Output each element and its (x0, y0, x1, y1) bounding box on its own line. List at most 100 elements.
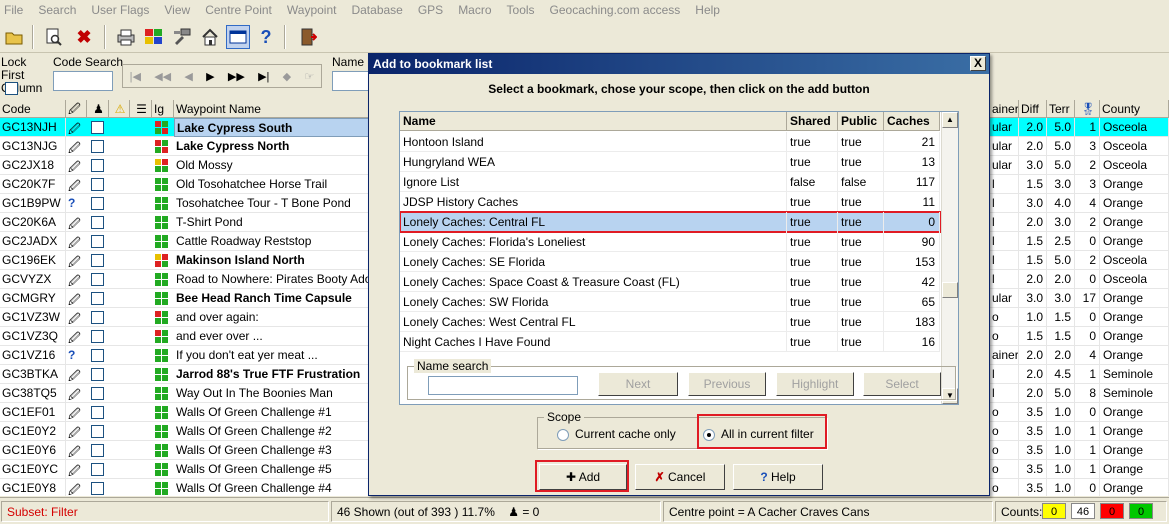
list-item[interactable]: Hontoon Island true true 21 (400, 132, 940, 152)
previous-button[interactable]: Previous (688, 372, 766, 396)
lock-first-column-checkbox[interactable] (5, 82, 18, 95)
scope-current-cache-option[interactable]: Current cache only (557, 427, 676, 441)
first-record-icon[interactable]: |◀ (130, 70, 141, 83)
column-header-diff[interactable]: Diff (1019, 100, 1047, 118)
column-header-code[interactable]: Code (0, 100, 66, 118)
home-icon[interactable] (198, 25, 222, 49)
help-button[interactable]: ? Help (733, 464, 823, 490)
menu-database[interactable]: Database (351, 3, 402, 17)
prior-page-icon[interactable]: ◀◀ (154, 70, 171, 83)
menu-view[interactable]: View (164, 3, 190, 17)
user-flag-checkbox[interactable] (91, 387, 104, 400)
column-header-terr[interactable]: Terr (1047, 100, 1075, 118)
name-search-input[interactable] (332, 71, 368, 91)
bookmark-header-name[interactable]: Name (400, 112, 787, 131)
menu-macro[interactable]: Macro (458, 3, 491, 17)
cell-container: ular (990, 289, 1019, 308)
cell-waypoint-name: and ever over ... (174, 327, 370, 346)
user-flag-checkbox[interactable] (91, 254, 104, 267)
next-record-icon[interactable]: ▶ (206, 70, 214, 83)
user-flag-checkbox[interactable] (91, 330, 104, 343)
scroll-thumb[interactable] (942, 282, 958, 298)
user-flag-checkbox[interactable] (91, 197, 104, 210)
last-record-icon[interactable]: ▶| (258, 70, 269, 83)
user-flag-checkbox[interactable] (91, 406, 104, 419)
open-folder-icon[interactable] (2, 25, 26, 49)
next-button[interactable]: Next (598, 372, 678, 396)
column-header-notes[interactable]: ☰ (130, 100, 152, 118)
scope-current-radio[interactable] (557, 428, 569, 441)
user-flag-checkbox[interactable] (91, 349, 104, 362)
scroll-up-icon[interactable]: ▲ (942, 112, 958, 128)
column-header-county[interactable]: County (1100, 100, 1169, 118)
list-item[interactable]: Lonely Caches: Central FL true true 0 (400, 211, 941, 233)
menu-file[interactable]: File (4, 3, 23, 17)
prior-record-icon[interactable]: ◀ (184, 70, 192, 83)
menu-waypoint[interactable]: Waypoint (287, 3, 337, 17)
list-item[interactable]: JDSP History Caches true true 11 (400, 192, 940, 212)
print-icon[interactable] (114, 25, 138, 49)
menu-tools[interactable]: Tools (507, 3, 535, 17)
tools-icon[interactable] (170, 25, 194, 49)
user-flag-checkbox[interactable] (91, 121, 104, 134)
bookmark-caches: 16 (884, 332, 940, 352)
menu-gps[interactable]: GPS (418, 3, 443, 17)
bookmark-caches: 42 (884, 272, 940, 292)
column-header-waypoint-name[interactable]: Waypoint Name (174, 100, 370, 118)
user-flag-checkbox[interactable] (91, 178, 104, 191)
user-flag-checkbox[interactable] (91, 216, 104, 229)
dialog-name-search-input[interactable] (428, 376, 578, 395)
user-flag-checkbox[interactable] (91, 159, 104, 172)
user-flag-checkbox[interactable] (91, 235, 104, 248)
select-button[interactable]: Select (863, 372, 941, 396)
menu-search[interactable]: Search (38, 3, 76, 17)
close-button[interactable]: X (970, 56, 986, 71)
user-flag-checkbox[interactable] (91, 444, 104, 457)
menu-centre-point[interactable]: Centre Point (205, 3, 272, 17)
pointer-icon[interactable]: ☞ (304, 70, 314, 83)
eraser-icon[interactable]: ◆ (283, 70, 291, 83)
bookmark-public: true (838, 212, 884, 232)
column-header-type[interactable]: 🖉 (66, 100, 87, 118)
user-flag-checkbox[interactable] (91, 311, 104, 324)
next-page-icon[interactable]: ▶▶ (228, 70, 245, 83)
bookmark-header-public[interactable]: Public (838, 112, 884, 131)
delete-icon[interactable]: ✖ (72, 25, 96, 49)
list-item[interactable]: Lonely Caches: SW Florida true true 65 (400, 292, 940, 312)
user-flag-checkbox[interactable] (91, 368, 104, 381)
menu-user-flags[interactable]: User Flags (91, 3, 149, 17)
cancel-button[interactable]: ✗ Cancel (635, 464, 725, 490)
help-icon[interactable]: ? (254, 25, 278, 49)
user-flag-checkbox[interactable] (91, 463, 104, 476)
code-search-input[interactable] (53, 71, 113, 91)
bookmark-scrollbar[interactable]: ▲ ▼ (941, 112, 958, 404)
list-item[interactable]: Lonely Caches: West Central FL true true 18… (400, 312, 940, 332)
menu-geocaching-access[interactable]: Geocaching.com access (550, 3, 681, 17)
user-flag-checkbox[interactable] (91, 425, 104, 438)
user-flag-checkbox[interactable] (91, 292, 104, 305)
exit-icon[interactable] (296, 25, 320, 49)
list-item[interactable]: Ignore List false false 117 (400, 172, 940, 192)
list-item[interactable]: Hungryland WEA true true 13 (400, 152, 940, 172)
window-icon[interactable] (226, 25, 250, 49)
user-flag-checkbox[interactable] (91, 482, 104, 495)
user-flag-checkbox[interactable] (91, 273, 104, 286)
bookmark-caches: 0 (884, 212, 940, 232)
column-header-warning[interactable]: ⚠ (109, 100, 130, 118)
bookmark-header-caches[interactable]: Caches (884, 112, 940, 131)
count-yellow: 0 (1042, 503, 1066, 519)
column-header-user[interactable]: ♟ (87, 100, 109, 118)
list-item[interactable]: Lonely Caches: Florida's Loneliest true tr… (400, 232, 940, 252)
menu-help[interactable]: Help (695, 3, 720, 17)
list-item[interactable]: Lonely Caches: SE Florida true true 153 (400, 252, 940, 272)
column-header-ig[interactable]: Ig (152, 100, 174, 118)
list-item[interactable]: Night Caches I Have Found true true 16 (400, 332, 940, 352)
highlight-button[interactable]: Highlight (776, 372, 854, 396)
column-header-favorites[interactable]: 🎖 (1075, 100, 1100, 118)
user-flag-checkbox[interactable] (91, 140, 104, 153)
list-item[interactable]: Lonely Caches: Space Coast & Treasure Co… (400, 272, 940, 292)
bookmark-header-shared[interactable]: Shared (787, 112, 838, 131)
grid-colors-icon[interactable] (142, 25, 166, 49)
preview-icon[interactable] (42, 25, 66, 49)
column-header-container[interactable]: ainer (990, 100, 1019, 118)
